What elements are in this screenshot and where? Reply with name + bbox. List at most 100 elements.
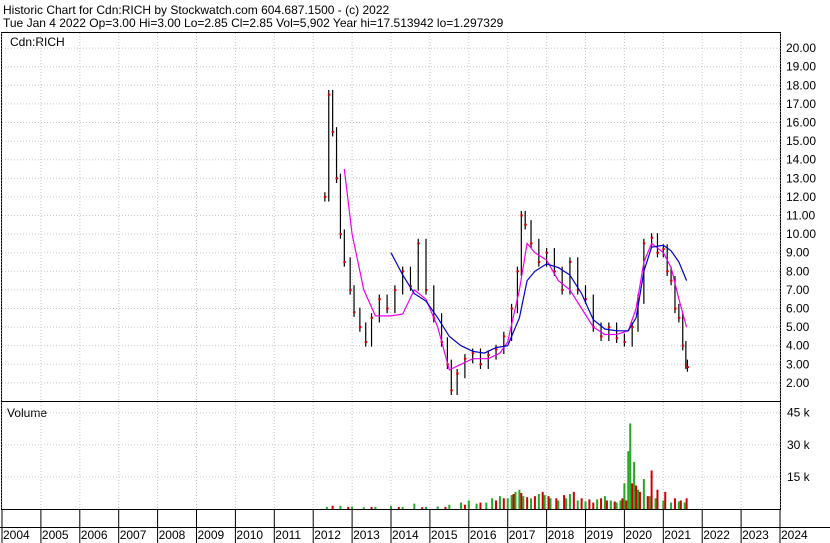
volume-bar bbox=[495, 500, 498, 509]
close-marker bbox=[600, 335, 603, 338]
volume-bar bbox=[390, 505, 392, 509]
close-marker bbox=[662, 247, 665, 250]
close-marker bbox=[502, 335, 506, 338]
close-marker bbox=[673, 307, 677, 310]
close-marker bbox=[343, 261, 346, 263]
close-marker bbox=[650, 236, 654, 239]
close-marker bbox=[607, 326, 611, 329]
volume-bar bbox=[491, 498, 494, 509]
volume-bar bbox=[460, 502, 463, 509]
volume-bar bbox=[347, 506, 350, 509]
close-marker bbox=[568, 261, 572, 263]
volume-bar bbox=[444, 506, 447, 509]
price-tick-label: 8.00 bbox=[786, 264, 810, 278]
volume-tick-label: 45 k bbox=[787, 406, 811, 420]
volume-bar bbox=[518, 489, 521, 509]
volume-bar bbox=[413, 503, 416, 509]
close-marker bbox=[450, 389, 453, 392]
volume-bar bbox=[549, 498, 552, 509]
x-tick-label: 2006 bbox=[81, 528, 108, 542]
close-marker bbox=[520, 214, 523, 217]
volume-bar bbox=[646, 496, 649, 509]
volume-bar bbox=[557, 500, 560, 509]
price-tick-label: 13.00 bbox=[786, 171, 816, 185]
volume-bar bbox=[522, 496, 525, 509]
volume-bar bbox=[543, 495, 546, 509]
volume-bar bbox=[656, 489, 659, 509]
close-marker bbox=[670, 279, 673, 282]
volume-bar bbox=[623, 483, 626, 509]
close-marker bbox=[681, 344, 685, 347]
volume-bar bbox=[397, 506, 400, 509]
close-marker bbox=[471, 352, 475, 355]
price-tick-label: 19.00 bbox=[786, 60, 816, 74]
volume-bar bbox=[572, 491, 575, 509]
volume-bar bbox=[670, 502, 673, 509]
price-tick-label: 3.00 bbox=[786, 357, 810, 371]
volume-bar bbox=[605, 500, 608, 509]
volume-bar bbox=[498, 496, 501, 509]
close-marker bbox=[339, 233, 342, 236]
volume-bar bbox=[679, 500, 682, 509]
close-marker bbox=[487, 354, 490, 356]
x-tick-label: 2004 bbox=[3, 528, 30, 542]
volume-bar bbox=[421, 507, 424, 509]
x-tick-label: 2011 bbox=[275, 528, 301, 542]
volume-bar bbox=[613, 501, 616, 509]
volume-bar bbox=[374, 506, 377, 509]
volume-bar bbox=[520, 492, 523, 509]
volume-bar bbox=[654, 498, 657, 509]
header-title: Historic Chart for Cdn:RICH by Stockwatc… bbox=[3, 3, 389, 17]
x-tick-label: 2020 bbox=[625, 528, 652, 542]
close-marker bbox=[623, 340, 626, 343]
close-marker bbox=[615, 337, 619, 340]
volume-bar bbox=[673, 498, 676, 509]
volume-bar bbox=[339, 505, 342, 509]
close-marker bbox=[327, 93, 331, 96]
close-marker bbox=[510, 307, 514, 310]
price-tick-label: 15.00 bbox=[786, 134, 816, 148]
volume-bar bbox=[467, 500, 470, 509]
close-marker bbox=[425, 288, 428, 291]
price-tick-label: 18.00 bbox=[786, 78, 816, 92]
volume-bar bbox=[351, 506, 354, 509]
close-marker bbox=[417, 242, 420, 245]
x-tick-label: 2012 bbox=[314, 528, 341, 542]
close-marker bbox=[537, 261, 541, 263]
close-marker bbox=[401, 270, 405, 273]
volume-bar bbox=[664, 491, 667, 509]
close-marker bbox=[463, 357, 467, 360]
close-marker bbox=[524, 223, 527, 226]
volume-bar bbox=[565, 498, 568, 509]
volume-bar bbox=[650, 470, 653, 509]
volume-bar bbox=[533, 496, 536, 509]
volume-bar bbox=[563, 495, 566, 509]
close-marker bbox=[545, 251, 549, 254]
close-marker bbox=[370, 316, 374, 319]
x-tick-label: 2019 bbox=[587, 528, 614, 542]
volume-bar bbox=[621, 498, 624, 509]
volume-bar bbox=[662, 500, 665, 509]
volume-bar bbox=[685, 498, 688, 509]
price-tick-label: 14.00 bbox=[786, 153, 816, 167]
volume-bar bbox=[592, 502, 595, 509]
close-marker bbox=[642, 242, 646, 245]
price-tick-label: 7.00 bbox=[786, 283, 810, 297]
x-tick-label: 2022 bbox=[703, 528, 730, 542]
volume-bar bbox=[401, 506, 404, 509]
price-tick-label: 20.00 bbox=[786, 41, 816, 55]
price-tick-label: 4.00 bbox=[786, 339, 810, 353]
close-marker bbox=[364, 340, 368, 343]
volume-bar bbox=[463, 504, 466, 509]
volume-bar bbox=[683, 502, 686, 509]
x-tick-label: 2014 bbox=[392, 528, 419, 542]
price-tick-label: 10.00 bbox=[786, 227, 816, 241]
stock-chart: Historic Chart for Cdn:RICH by Stockwatc… bbox=[0, 0, 830, 543]
volume-bar bbox=[596, 499, 599, 509]
volume-bar bbox=[635, 485, 638, 509]
volume-bar bbox=[638, 491, 641, 509]
volume-bar bbox=[625, 500, 628, 509]
volume-bar bbox=[555, 498, 558, 509]
header-quote: Tue Jan 4 2022 Op=3.00 Hi=3.00 Lo=2.85 C… bbox=[3, 16, 504, 30]
volume-bar bbox=[506, 498, 509, 509]
